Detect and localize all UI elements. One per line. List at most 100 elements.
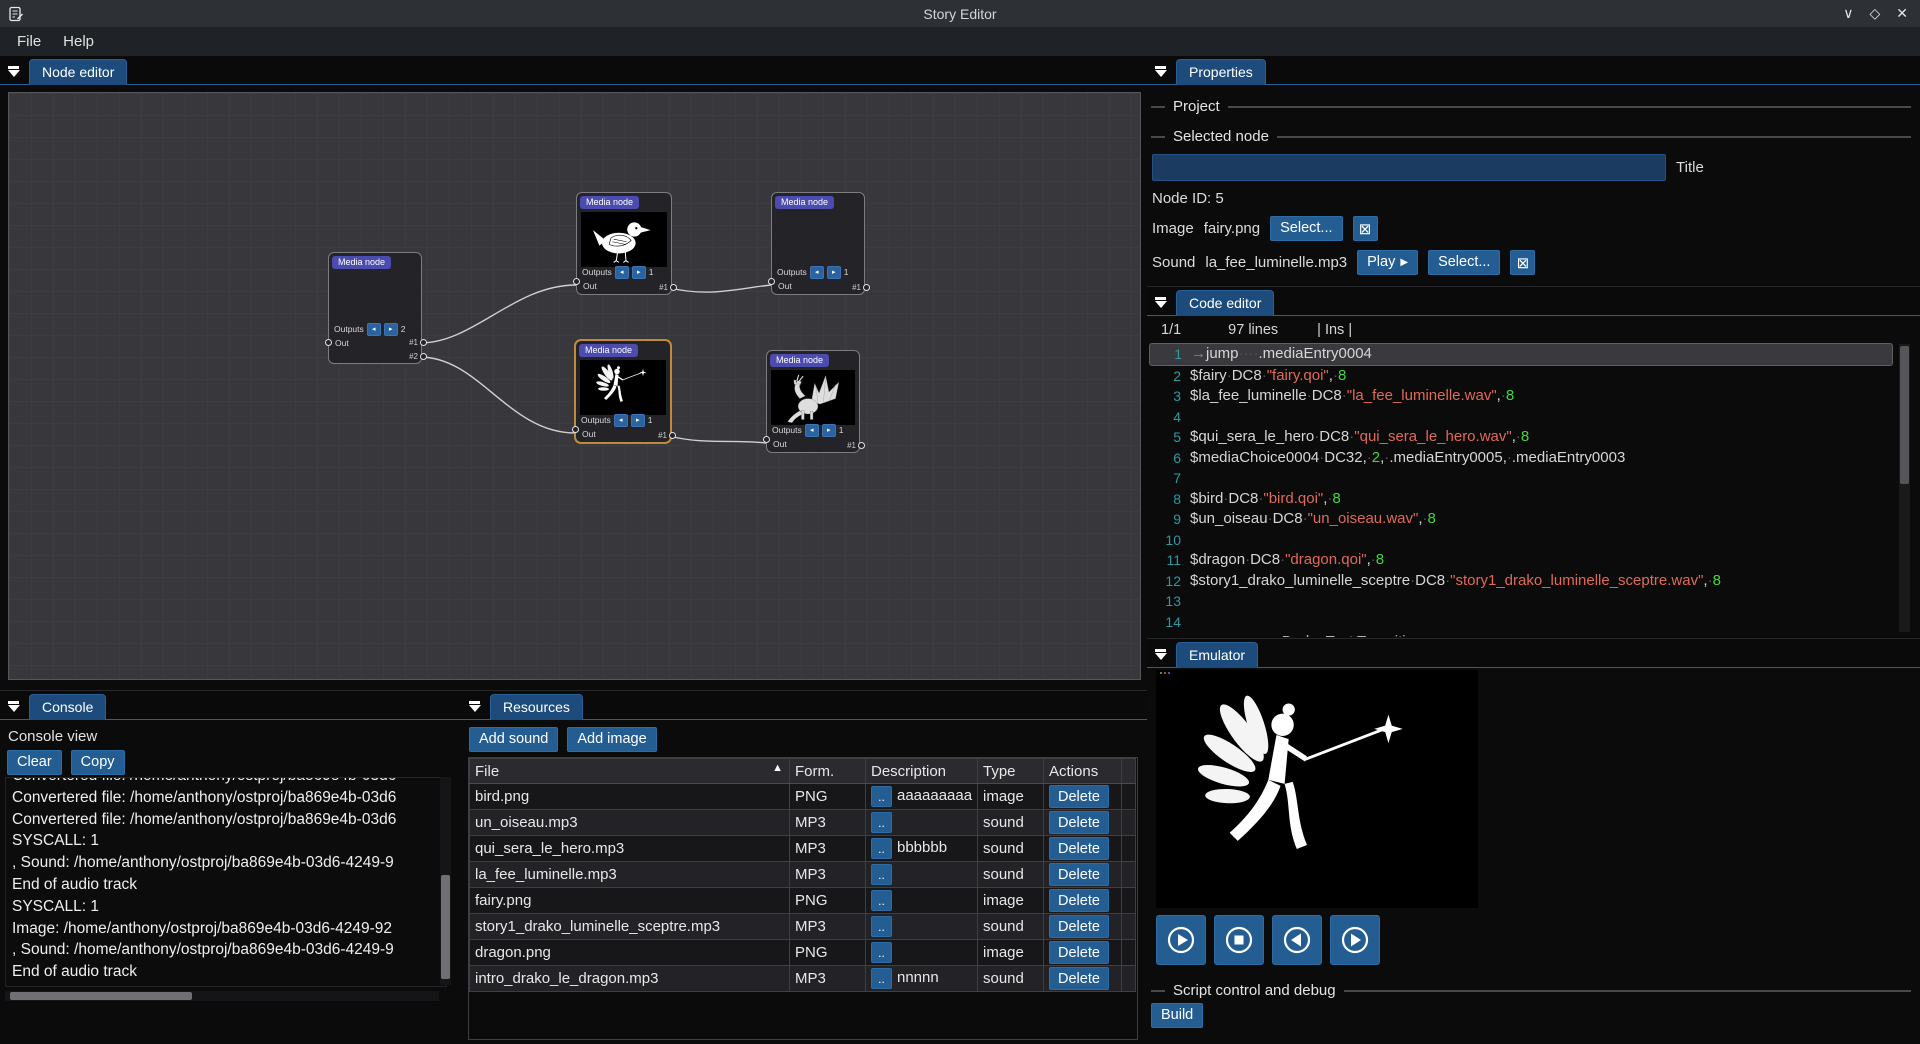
emulator-play-button[interactable]	[1156, 915, 1206, 965]
console-clear-button[interactable]: Clear	[7, 750, 62, 775]
code-line[interactable]: 5$qui_sera_le_hero·DC8·"qui_sera_le_hero…	[1149, 427, 1893, 448]
input-port[interactable]	[573, 278, 580, 285]
edit-description-button[interactable]: ..	[871, 786, 892, 807]
console-vscrollbar[interactable]	[440, 777, 451, 985]
code-line[interactable]: 3$la_fee_luminelle·DC8·"la_fee_luminelle…	[1149, 386, 1893, 407]
close-button[interactable]: ✕	[1896, 5, 1908, 22]
emulator-step-back-button[interactable]	[1272, 915, 1322, 965]
collapse-panel-icon[interactable]	[6, 66, 21, 79]
output-port-#1[interactable]: #1	[852, 283, 862, 292]
delete-button[interactable]: Delete	[1049, 785, 1109, 808]
output-port-#1[interactable]: #1	[659, 283, 669, 292]
menu-file[interactable]: File	[6, 30, 52, 53]
code-line[interactable]: 12$story1_drako_luminelle_sceptre·DC8·"s…	[1149, 571, 1893, 592]
increase-outputs-button[interactable]: ▸	[631, 414, 645, 427]
collapse-panel-icon[interactable]	[1153, 649, 1168, 662]
add-image-button[interactable]: Add image	[567, 727, 656, 752]
code-line[interactable]: 2$fairy·DC8·"fairy.qoi",·8	[1149, 366, 1893, 387]
edit-description-button[interactable]: ..	[871, 864, 892, 885]
table-row[interactable]: intro_drako_le_dragon.mp3MP3..nnnnnsound…	[470, 966, 1136, 992]
edit-description-button[interactable]: ..	[871, 942, 892, 963]
increase-outputs-button[interactable]: ▸	[822, 424, 836, 437]
node-connection-wire[interactable]	[420, 357, 575, 433]
input-port[interactable]	[325, 339, 332, 346]
console-vscrollbar-thumb[interactable]	[441, 875, 450, 979]
output-port-#1[interactable]: #1	[409, 338, 419, 347]
collapse-panel-icon[interactable]	[1153, 66, 1168, 79]
sound-select-button[interactable]: Select...	[1428, 250, 1500, 275]
code-line[interactable]: 6$mediaChoice0004·DC32,·2,·.mediaEntry00…	[1149, 448, 1893, 469]
edit-description-button[interactable]: ..	[871, 916, 892, 937]
menu-help[interactable]: Help	[52, 30, 105, 53]
maximize-button[interactable]: ◇	[1869, 5, 1880, 22]
console-copy-button[interactable]: Copy	[71, 750, 125, 775]
column-header-format[interactable]: Form.	[790, 759, 866, 784]
output-port-#1[interactable]: #1	[658, 431, 668, 440]
code-line[interactable]: 11$dragon·DC8·"dragon.qoi",·8	[1149, 550, 1893, 571]
input-port[interactable]	[572, 426, 579, 433]
increase-outputs-button[interactable]: ▸	[632, 266, 646, 279]
table-row[interactable]: dragon.pngPNG..imageDelete	[470, 940, 1136, 966]
output-port-#2[interactable]: #2	[409, 352, 419, 361]
node-canvas[interactable]: Media nodeOutputs◂▸2Out#1#2Media nodeOut…	[8, 92, 1141, 680]
table-row[interactable]: story1_drako_luminelle_sceptre.mp3MP3..s…	[470, 914, 1136, 940]
code-line[interactable]: 4	[1149, 407, 1893, 428]
table-row[interactable]: un_oiseau.mp3MP3..soundDelete	[470, 810, 1136, 836]
delete-button[interactable]: Delete	[1049, 967, 1109, 990]
collapse-panel-icon[interactable]	[467, 701, 482, 714]
increase-outputs-button[interactable]: ▸	[384, 323, 398, 336]
graph-node-fairy[interactable]: Media nodeOutputs◂▸1Out#1	[575, 340, 671, 443]
node-connection-wire[interactable]	[669, 436, 766, 443]
table-row[interactable]: qui_sera_le_hero.mp3MP3..bbbbbbsoundDele…	[470, 836, 1136, 862]
decrease-outputs-button[interactable]: ◂	[810, 266, 824, 279]
properties-tab[interactable]: Properties	[1176, 59, 1266, 85]
decrease-outputs-button[interactable]: ◂	[615, 266, 629, 279]
graph-node-bird[interactable]: Media nodeOutputs◂▸1Out#1	[576, 192, 672, 295]
table-row[interactable]: fairy.pngPNG..imageDelete	[470, 888, 1136, 914]
table-row[interactable]: bird.pngPNG..aaaaaaaaaimageDelete	[470, 784, 1136, 810]
decrease-outputs-button[interactable]: ◂	[367, 323, 381, 336]
input-port[interactable]	[763, 436, 770, 443]
decrease-outputs-button[interactable]: ◂	[805, 424, 819, 437]
collapse-panel-icon[interactable]	[1153, 297, 1168, 310]
code-line[interactable]: 10	[1149, 530, 1893, 551]
minimize-button[interactable]: ∨	[1843, 5, 1853, 22]
console-hscrollbar-thumb[interactable]	[10, 992, 192, 1000]
input-port[interactable]	[768, 278, 775, 285]
code-line[interactable]: 15 Drako Text Transitions	[1149, 632, 1893, 637]
delete-button[interactable]: Delete	[1049, 837, 1109, 860]
code-line[interactable]: 7	[1149, 468, 1893, 489]
column-header-type[interactable]: Type	[978, 759, 1044, 784]
image-select-button[interactable]: Select...	[1270, 216, 1342, 241]
emulator-stop-button[interactable]	[1214, 915, 1264, 965]
code-scrollbar[interactable]	[1899, 344, 1910, 632]
node-connection-wire[interactable]	[670, 285, 771, 292]
edit-description-button[interactable]: ..	[871, 968, 892, 989]
build-button[interactable]: Build	[1151, 1003, 1203, 1028]
graph-node-dragon[interactable]: Media nodeOutputs◂▸1Out#1	[766, 350, 860, 453]
delete-button[interactable]: Delete	[1049, 941, 1109, 964]
graph-node-choice[interactable]: Media nodeOutputs◂▸1Out#1	[771, 192, 865, 295]
node-title-input[interactable]	[1152, 154, 1666, 181]
code-editor-tab[interactable]: Code editor	[1176, 290, 1274, 316]
code-line[interactable]: 8$bird·DC8·"bird.qoi",·8	[1149, 489, 1893, 510]
console-log[interactable]: Convertered file: /home/anthony/ostproj/…	[5, 777, 447, 987]
graph-node-start[interactable]: Media nodeOutputs◂▸2Out#1#2	[328, 252, 422, 364]
code-lines[interactable]: 1→jump····.mediaEntry00042$fairy·DC8·"fa…	[1149, 343, 1893, 637]
increase-outputs-button[interactable]: ▸	[827, 266, 841, 279]
code-line[interactable]: 1→jump····.mediaEntry0004	[1149, 343, 1893, 366]
add-sound-button[interactable]: Add sound	[469, 727, 558, 752]
titlebar[interactable]: Story Editor ∨ ◇ ✕	[0, 0, 1920, 27]
code-scrollbar-thumb[interactable]	[1900, 346, 1909, 484]
edit-description-button[interactable]: ..	[871, 838, 892, 859]
column-header-file[interactable]: File▲	[470, 759, 790, 784]
emulator-step-forward-button[interactable]	[1330, 915, 1380, 965]
node-connection-wire[interactable]	[420, 285, 576, 343]
output-port-#1[interactable]: #1	[847, 441, 857, 450]
delete-button[interactable]: Delete	[1049, 811, 1109, 834]
resources-tab[interactable]: Resources	[490, 694, 583, 720]
table-row[interactable]: la_fee_luminelle.mp3MP3..soundDelete	[470, 862, 1136, 888]
decrease-outputs-button[interactable]: ◂	[614, 414, 628, 427]
column-header-actions[interactable]: Actions	[1044, 759, 1122, 784]
sound-play-button[interactable]: Play ▶	[1357, 250, 1418, 275]
